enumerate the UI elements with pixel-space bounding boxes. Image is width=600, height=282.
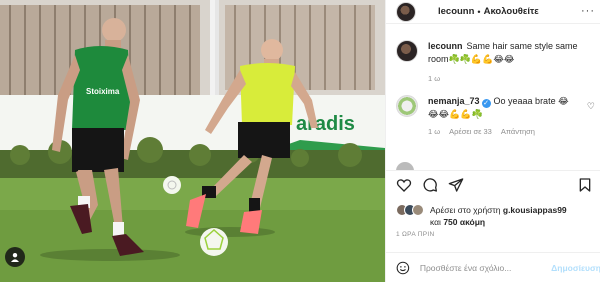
- caption-time[interactable]: 1 ω: [428, 74, 440, 83]
- likes-text[interactable]: Αρέσει στο χρήστη g.kousiappas99 και 750…: [430, 200, 596, 228]
- football-far: [163, 176, 181, 194]
- reply-button[interactable]: Απάντηση: [501, 127, 535, 136]
- comment-meta: 1 ω Αρέσει σε 33 Απάντηση: [428, 127, 583, 136]
- football-near: [200, 228, 228, 256]
- like-heart-icon[interactable]: [396, 177, 412, 193]
- post-side-panel: lecounn • Ακολουθείτε ··· lecounn Same ha…: [385, 0, 600, 282]
- shirt-sponsor-text: Stoixima: [86, 87, 120, 96]
- add-comment-bar: Δημοσίευση: [386, 252, 600, 282]
- caption-comment: lecounn Same hair same style same room☘️☘…: [386, 40, 600, 83]
- following-button[interactable]: Ακολουθείτε: [484, 6, 539, 17]
- verified-badge-icon: ✓: [481, 99, 491, 108]
- likes-first-user[interactable]: g.kousiappas99: [503, 205, 567, 215]
- caption-username[interactable]: lecounn: [428, 41, 463, 51]
- caption-text: lecounn Same hair same style same room☘️☘…: [428, 40, 583, 66]
- tagged-users-button[interactable]: [5, 247, 25, 267]
- comment-text: nemanja_73 ✓ Oo yeaaa brate 😂 😂😂💪💪☘️: [428, 95, 583, 121]
- board-sign-text: aradis: [296, 113, 355, 135]
- author-avatar[interactable]: [396, 1, 416, 22]
- next-comment-preview: [396, 160, 596, 170]
- header-separator: •: [477, 6, 481, 17]
- likes-count[interactable]: 750 ακόμη: [443, 217, 485, 227]
- share-send-icon[interactable]: [448, 177, 464, 193]
- liker-avatar[interactable]: [412, 204, 424, 216]
- more-options-icon[interactable]: ···: [581, 6, 595, 17]
- caption-meta: 1 ω: [428, 74, 583, 83]
- post-comment-button[interactable]: Δημοσίευση: [551, 263, 600, 273]
- save-bookmark-icon[interactable]: [577, 177, 593, 193]
- comment-input[interactable]: [419, 262, 544, 273]
- comment-item: nemanja_73 ✓ Oo yeaaa brate 😂 😂😂💪💪☘️ 1 ω Α…: [386, 95, 600, 136]
- comment-likes-count[interactable]: Αρέσει σε 33: [449, 127, 492, 136]
- commenter-username[interactable]: nemanja_73: [428, 96, 480, 106]
- commenter-avatar[interactable]: [396, 95, 418, 117]
- post-actions-bar: [386, 170, 600, 195]
- post-header: lecounn • Ακολουθείτε ···: [386, 0, 600, 24]
- emoji-icon[interactable]: [396, 261, 410, 275]
- post-photo[interactable]: aradis 65 Stoixima: [0, 0, 385, 282]
- author-username[interactable]: lecounn: [438, 6, 474, 17]
- likes-middle: και: [430, 217, 444, 227]
- likers-avatars: [396, 204, 436, 218]
- caption-avatar[interactable]: [396, 40, 418, 62]
- comment-body: Oo yeaaa brate 😂: [493, 96, 569, 106]
- comment-time[interactable]: 1 ω: [428, 127, 440, 136]
- likes-summary: Αρέσει στο χρήστη g.kousiappas99 και 750…: [396, 200, 596, 228]
- comments-list: lecounn Same hair same style same room☘️☘…: [386, 30, 600, 170]
- comment-bubble-icon[interactable]: [422, 177, 438, 193]
- comment-body-line2: 😂😂💪💪☘️: [428, 109, 483, 119]
- likes-prefix: Αρέσει στο χρήστη: [430, 205, 503, 215]
- training-scene: aradis 65 Stoixima: [0, 0, 385, 282]
- post-timestamp[interactable]: 1 ΩΡΑ ΠΡΙΝ: [396, 231, 434, 238]
- like-comment-heart-icon[interactable]: ♡: [587, 101, 595, 112]
- user-icon: [11, 253, 19, 262]
